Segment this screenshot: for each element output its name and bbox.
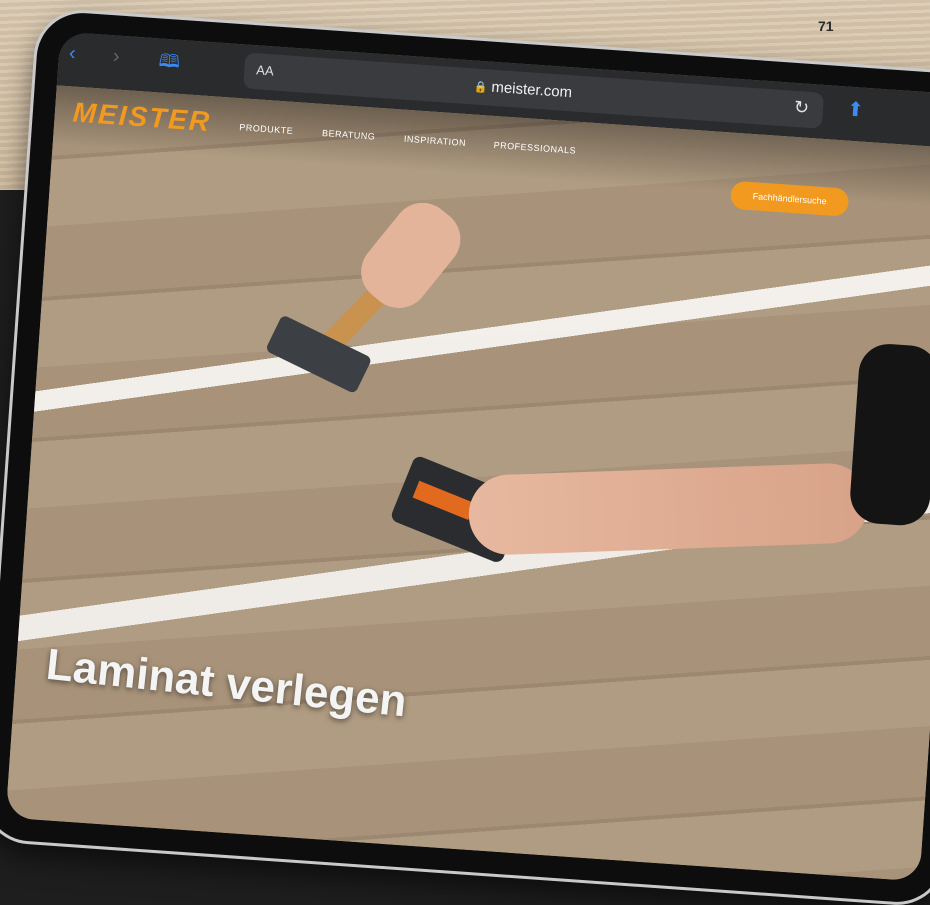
chevron-left-icon[interactable]: ‹: [68, 42, 76, 65]
book-icon[interactable]: 🕮: [158, 48, 181, 79]
url-text: meister.com: [490, 78, 573, 102]
hand-pressing-block: [467, 462, 870, 557]
meister-logo[interactable]: MEISTER: [72, 97, 212, 139]
reader-settings-button[interactable]: AA: [256, 62, 274, 78]
share-icon[interactable]: ⬆: [846, 97, 864, 123]
nav-beratung[interactable]: BERATUNG: [322, 128, 376, 142]
tablet-screen: ‹ › 🕮 AA 🔒 meister.com ↻ ⬆ MEISTER PRODU…: [5, 31, 930, 882]
page-number: 71: [818, 18, 834, 34]
tablet-device: ‹ › 🕮 AA 🔒 meister.com ↻ ⬆ MEISTER PRODU…: [0, 10, 930, 905]
lock-icon: 🔒: [473, 81, 488, 95]
nav-produkte[interactable]: PRODUKTE: [239, 122, 294, 136]
url-display[interactable]: 🔒 meister.com: [473, 77, 573, 102]
sleeve: [848, 342, 930, 528]
webpage: MEISTER PRODUKTE BERATUNG INSPIRATION PR…: [5, 85, 930, 882]
nav-inspiration[interactable]: INSPIRATION: [404, 134, 467, 148]
nav-professionals[interactable]: PROFESSIONALS: [493, 140, 576, 156]
hero-title: Laminat verlegen: [43, 639, 409, 727]
chevron-right-icon[interactable]: ›: [112, 45, 120, 68]
reload-icon[interactable]: ↻: [793, 97, 809, 119]
